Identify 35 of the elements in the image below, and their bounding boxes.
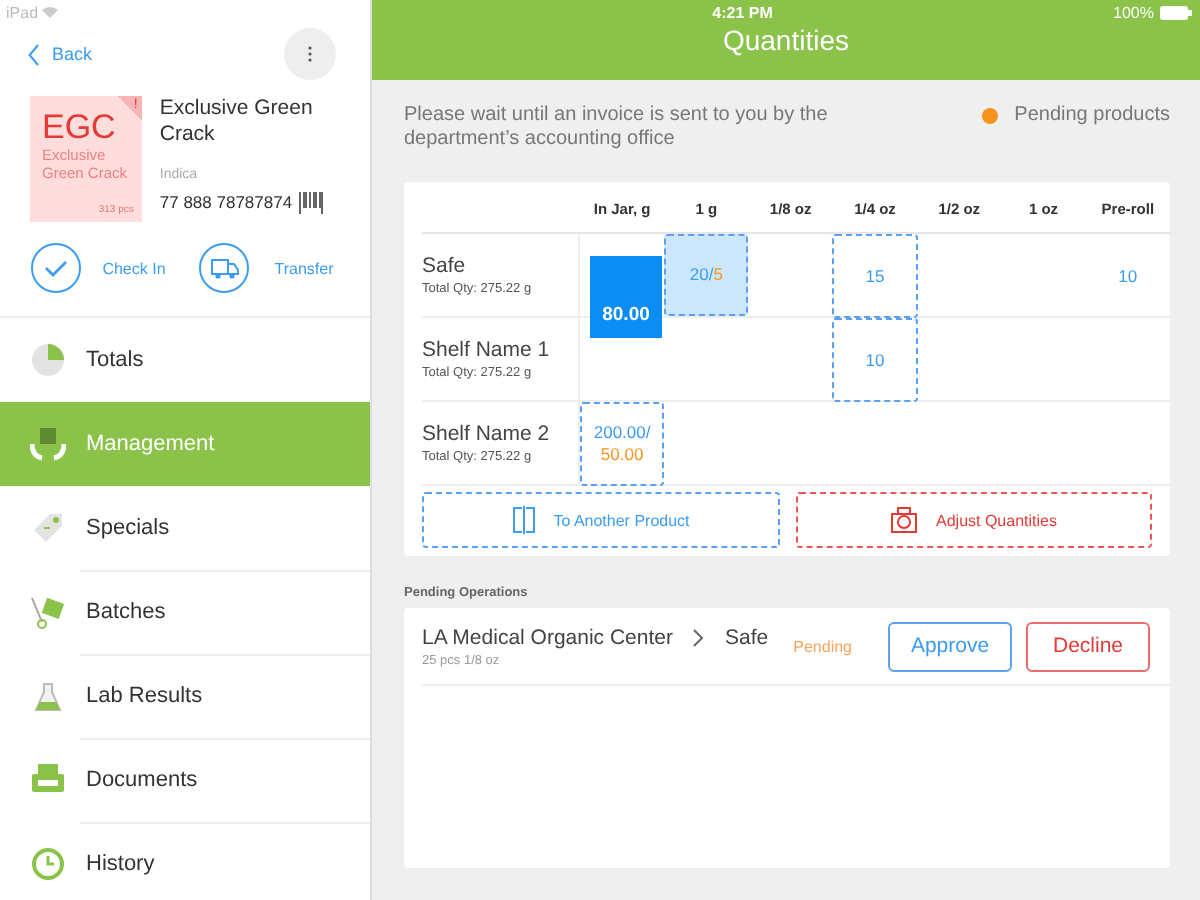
check-in-button[interactable]: Check In	[30, 238, 174, 298]
quantity-value: 10	[1118, 266, 1138, 286]
approve-button[interactable]: Approve	[888, 621, 1012, 671]
barcode-number: 77 888 78787874	[159, 190, 293, 216]
screen-title: Quantities	[722, 24, 850, 56]
nav-item[interactable]: Management	[0, 402, 370, 486]
nav-item[interactable]: History	[0, 822, 370, 900]
target-name: Safe	[724, 625, 769, 649]
status-label: Pending	[793, 637, 852, 655]
device-name: iPad	[6, 3, 39, 21]
location-name: Shelf Name 1	[422, 337, 552, 361]
location-name: Safe	[422, 253, 468, 277]
source-name: LA Medical Organic Center	[422, 625, 673, 649]
location-name: Shelf Name 2	[422, 421, 552, 445]
move-button[interactable]: To Another Product	[422, 492, 779, 548]
transfer-button[interactable]: Transfer	[198, 238, 346, 298]
quantity-slot[interactable]: 20/5	[664, 234, 749, 316]
nav-item[interactable]: Totals	[0, 318, 370, 402]
battery-level: 100%	[1113, 3, 1154, 21]
product-name: Exclusive Green Crack	[159, 96, 315, 148]
quantity-chip[interactable]: 80.00	[590, 256, 662, 338]
nav-item[interactable]: Specials	[0, 486, 370, 570]
legend-label: Pending products	[1014, 104, 1170, 128]
quantity-slot[interactable]: 10	[832, 318, 918, 402]
invoice-notice: Please wait until an invoice is sent to you by the department’s accounting office	[404, 104, 830, 152]
back-button[interactable]: Back	[28, 43, 93, 65]
adjust-button[interactable]: Adjust Quantities	[795, 492, 1152, 548]
clock-time: 4:21 PM	[710, 3, 775, 21]
nav-item[interactable]: Lab Results	[0, 654, 370, 738]
product-code: EGC	[42, 108, 116, 146]
quantity-slot[interactable]: 15	[832, 234, 918, 318]
nav-item[interactable]: Documents	[0, 738, 370, 822]
decline-button[interactable]: Decline	[1026, 621, 1150, 671]
nav-item[interactable]: Batches	[0, 570, 370, 654]
quantity-slot[interactable]: 200.00/ 50.00	[580, 402, 665, 486]
